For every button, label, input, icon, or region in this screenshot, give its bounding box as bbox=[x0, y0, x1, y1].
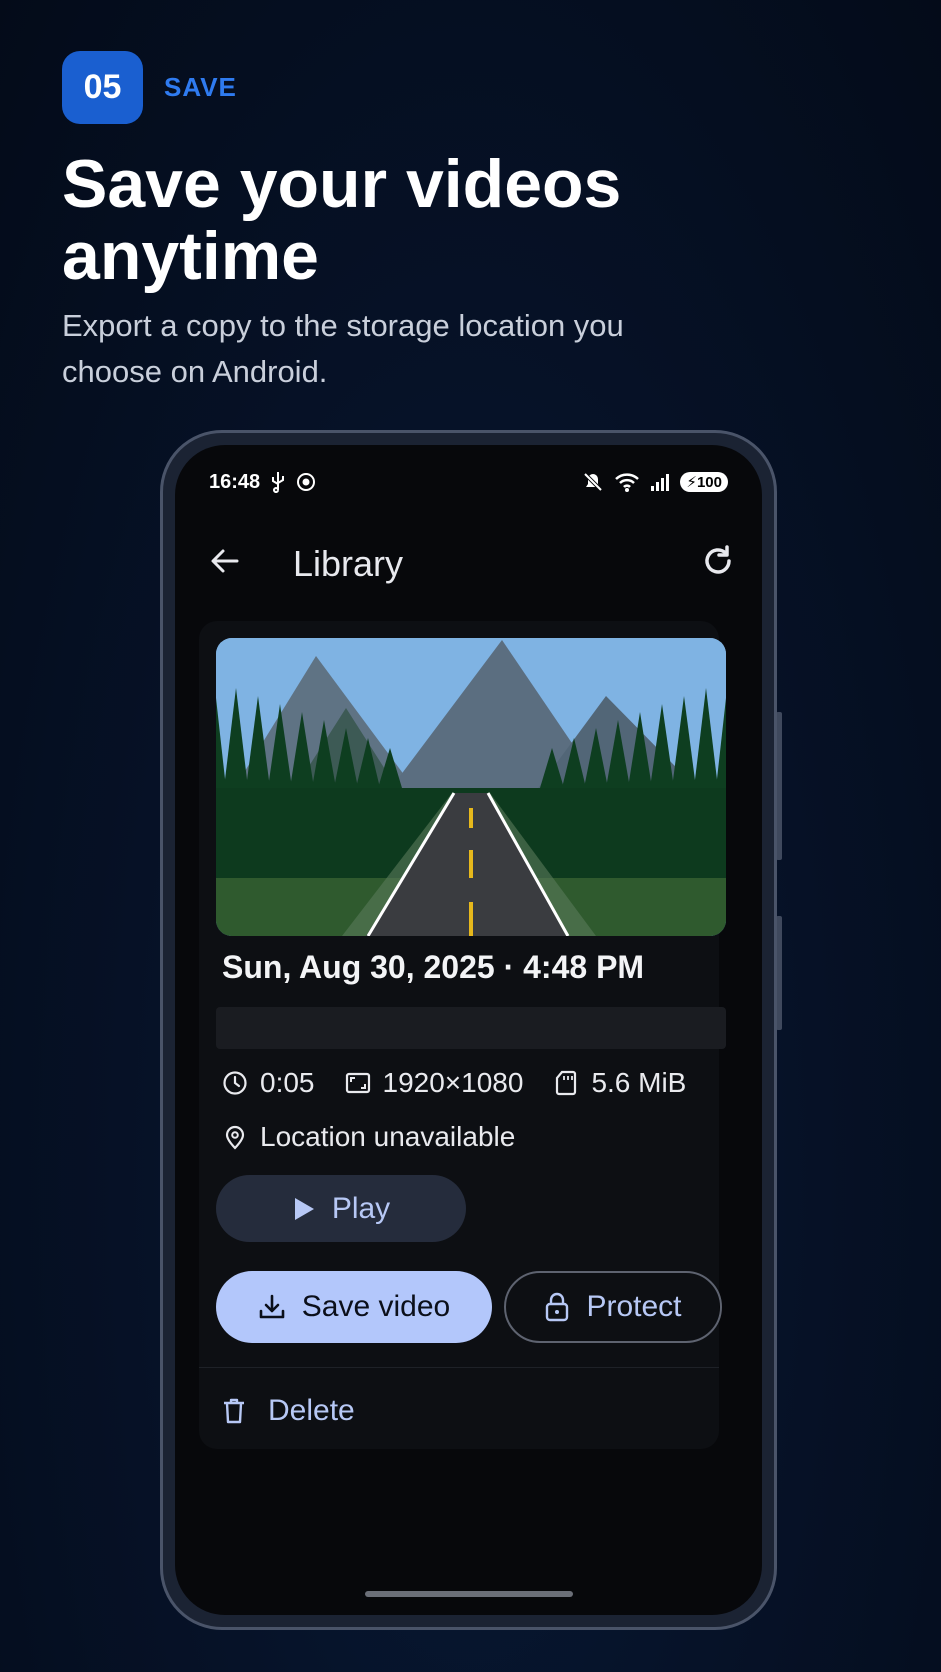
step-badge: 05 bbox=[62, 51, 143, 124]
video-thumbnail[interactable] bbox=[216, 638, 726, 936]
app-bar: Library bbox=[175, 525, 762, 595]
lock-icon bbox=[546, 1292, 569, 1322]
phone-screen: 16:48 ⚡100 Library Sun, Aug 30, 2025 · 4… bbox=[175, 445, 762, 1615]
video-card: Sun, Aug 30, 2025 · 4:48 PM 0:05 1920×10… bbox=[199, 621, 726, 1449]
save-video-label: Save video bbox=[301, 1290, 451, 1323]
delete-button[interactable]: Delete bbox=[222, 1381, 355, 1441]
trash-icon bbox=[224, 1398, 244, 1424]
loading-placeholder bbox=[216, 1007, 726, 1049]
location-row: Location unavailable bbox=[222, 1121, 545, 1153]
location-pin-icon bbox=[225, 1125, 245, 1150]
save-video-button[interactable]: Save video bbox=[216, 1271, 492, 1343]
record-icon bbox=[297, 473, 316, 491]
play-label: Play bbox=[331, 1191, 391, 1225]
aspect-ratio-icon bbox=[345, 1072, 370, 1094]
size-item: 5.6 MiB bbox=[553, 1067, 686, 1099]
phone-frame: 16:48 ⚡100 Library Sun, Aug 30, 2025 · 4… bbox=[160, 430, 777, 1630]
mute-icon bbox=[584, 472, 603, 492]
download-icon bbox=[259, 1294, 285, 1319]
video-meta-row: 0:05 1920×1080 5.6 MiB bbox=[222, 1067, 716, 1099]
usb-icon bbox=[272, 472, 285, 493]
battery-level: 100 bbox=[696, 474, 722, 491]
resolution-item: 1920×1080 bbox=[345, 1067, 524, 1099]
back-arrow-icon[interactable] bbox=[209, 545, 241, 577]
step-number: 05 bbox=[83, 68, 122, 106]
protect-label: Protect bbox=[586, 1290, 682, 1323]
play-button[interactable]: Play bbox=[216, 1175, 466, 1242]
size-value: 5.6 MiB bbox=[591, 1067, 687, 1098]
status-bar: 16:48 ⚡100 bbox=[209, 467, 728, 497]
resolution-value: 1920×1080 bbox=[382, 1067, 524, 1098]
battery-indicator: ⚡100 bbox=[680, 472, 728, 492]
video-date: Sun, Aug 30, 2025 · 4:48 PM bbox=[222, 949, 645, 985]
delete-label: Delete bbox=[268, 1394, 355, 1427]
location-value: Location unavailable bbox=[260, 1121, 516, 1152]
divider bbox=[199, 1367, 719, 1368]
road-thumbnail-image bbox=[216, 638, 726, 936]
headline: Save your videos anytime bbox=[62, 146, 622, 294]
status-time: 16:48 bbox=[209, 470, 261, 493]
sd-card-icon bbox=[556, 1070, 577, 1096]
step-label: SAVE bbox=[164, 72, 237, 102]
duration-item: 0:05 bbox=[222, 1067, 315, 1099]
home-indicator[interactable] bbox=[364, 1591, 573, 1597]
duration-value: 0:05 bbox=[260, 1067, 315, 1098]
play-icon bbox=[294, 1197, 314, 1220]
clock-icon bbox=[223, 1071, 247, 1095]
signal-icon bbox=[651, 474, 670, 491]
refresh-icon[interactable] bbox=[700, 543, 736, 579]
location-item: Location unavailable bbox=[222, 1121, 515, 1153]
protect-button[interactable]: Protect bbox=[504, 1271, 722, 1343]
page-title: Library bbox=[293, 543, 404, 584]
subhead: Export a copy to the storage location yo… bbox=[62, 308, 624, 389]
wifi-icon bbox=[615, 473, 640, 492]
